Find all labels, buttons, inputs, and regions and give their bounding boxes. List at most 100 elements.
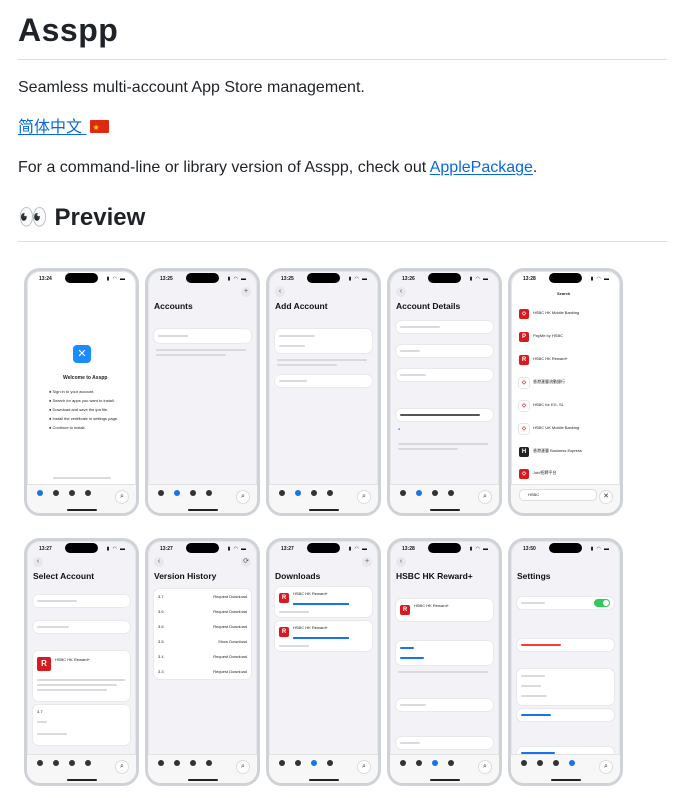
screen-title: Downloads	[275, 571, 321, 581]
simplified-chinese-link-text: 简体中文	[18, 119, 83, 136]
language-line: 简体中文	[18, 117, 110, 139]
version-row[interactable]: 3.4 Request Download	[154, 649, 251, 664]
status-time: 13:28	[523, 276, 536, 282]
download-item[interactable]: R HSBC HK Reward+	[275, 621, 372, 651]
status-time: 13:50	[523, 546, 536, 552]
screen-title: Account Details	[396, 301, 461, 311]
china-flag-icon	[90, 117, 110, 139]
status-time: 13:26	[402, 276, 415, 282]
refresh-icon[interactable]: ⟳	[241, 557, 251, 567]
back-icon[interactable]: ‹	[154, 557, 164, 567]
screenshot-row-2: 13:27 ▮ ◠ ▬ ‹ Select Account R HSBC HK Re…	[24, 538, 623, 786]
screen-title: Select Account	[33, 571, 95, 581]
demo-mode-toggle[interactable]	[594, 599, 610, 607]
app-icon: ⬦	[519, 378, 529, 388]
screenshot-downloads[interactable]: 13:27 ▮ ◠ ▬ + Downloads R HSBC HK Reward+…	[266, 538, 381, 786]
welcome-step: Continue to install.	[52, 425, 86, 430]
search-result[interactable]: ⬦ HSBC HK Mobile Banking	[519, 305, 614, 328]
app-icon: P	[519, 332, 529, 342]
download-item[interactable]: R HSBC HK Reward+	[275, 587, 372, 617]
status-time: 13:24	[39, 276, 52, 282]
screenshot-select-account[interactable]: 13:27 ▮ ◠ ▬ ‹ Select Account R HSBC HK Re…	[24, 538, 139, 786]
preview-divider	[18, 241, 667, 242]
screen-title: Search	[557, 291, 571, 296]
status-time: 13:25	[281, 276, 294, 282]
title-divider	[18, 59, 667, 60]
status-time: 13:27	[281, 546, 294, 552]
version-row[interactable]: 3.3 Request Download	[154, 664, 251, 679]
status-time: 13:28	[402, 546, 415, 552]
search-icon[interactable]: ⌕	[357, 760, 371, 774]
app-icon: ⬦	[519, 309, 529, 319]
add-icon[interactable]: +	[362, 557, 372, 567]
screen-title: Settings	[517, 571, 551, 581]
search-input[interactable]: HSBC	[519, 489, 597, 501]
screenshot-search[interactable]: 13:28 ▮ ◠ ▬ Search ⬦ HSBC HK Mobile Bankin…	[508, 268, 623, 516]
welcome-title: Welcome to Asspp	[63, 375, 108, 381]
welcome-step: Install the certificate in settings page…	[52, 416, 119, 421]
app-icon: H	[519, 447, 529, 457]
search-result[interactable]: ⬦ Job/招聘平台	[519, 466, 614, 480]
app-icon: R	[279, 627, 289, 637]
close-icon[interactable]: ✕	[599, 490, 613, 504]
simplified-chinese-link[interactable]: 简体中文	[18, 117, 110, 139]
back-icon[interactable]: ‹	[396, 287, 406, 297]
search-result[interactable]: R HSBC HK Reward+	[519, 351, 614, 374]
back-icon[interactable]: ‹	[33, 557, 43, 567]
app-icon: R	[279, 593, 289, 603]
app-icon: R	[400, 605, 410, 615]
search-results-list: ⬦ HSBC HK Mobile Banking P PayMe by HSBC R…	[519, 305, 614, 480]
welcome-step: Search for apps you want to install.	[52, 398, 115, 403]
screen-title: Add Account	[275, 301, 328, 311]
app-icon: ⬦	[519, 469, 529, 479]
page-title: Asspp	[18, 12, 119, 48]
welcome-step: Sign in to your account.	[52, 389, 95, 394]
app-icon: ⬦	[519, 424, 529, 434]
screenshot-package-detail[interactable]: 13:28 ▮ ◠ ▬ ‹ HSBC HK Reward+ R HSBC HK R…	[387, 538, 502, 786]
back-icon[interactable]: ‹	[396, 557, 406, 567]
screenshot-version-history[interactable]: 13:27 ▮ ◠ ▬ ‹ ⟳ Version History 3.7 Reques…	[145, 538, 260, 786]
status-time: 13:27	[39, 546, 52, 552]
screenshot-account-details[interactable]: 13:26 ▮ ◠ ▬ ‹ Account Details ● ⌕	[387, 268, 502, 516]
search-icon[interactable]: ⌕	[478, 760, 492, 774]
search-icon[interactable]: ⌕	[599, 760, 613, 774]
screenshot-settings[interactable]: 13:50 ▮ ◠ ▬ Settings ⌕	[508, 538, 623, 786]
cli-note-period: .	[532, 159, 538, 176]
screenshot-accounts[interactable]: 13:25 ▮ ◠ ▬ + Accounts ⌕	[145, 268, 260, 516]
version-row[interactable]: 3.6 Request Download	[154, 619, 251, 634]
cli-note: For a command-line or library version of…	[18, 157, 537, 179]
screen-title: Version History	[154, 571, 217, 581]
search-result[interactable]: ⬦ 香港滙豐流動銀行	[519, 374, 614, 397]
screen-title: Accounts	[154, 301, 193, 311]
version-row[interactable]: 3.6 Request Download	[154, 604, 251, 619]
version-list: 3.7 Request Download 3.6 Request Download …	[154, 589, 251, 679]
screenshot-welcome[interactable]: 13:24 ▮ ◠ ▬ ✕ Welcome to Asspp ● Sign in …	[24, 268, 139, 516]
search-icon[interactable]: ⌕	[478, 490, 492, 504]
search-result[interactable]: P PayMe by HSBC	[519, 328, 614, 351]
version-row[interactable]: 3.7 Request Download	[154, 589, 251, 604]
screenshot-add-account[interactable]: 13:25 ▮ ◠ ▬ ‹ Add Account ⌕	[266, 268, 381, 516]
status-time: 13:25	[160, 276, 173, 282]
cli-note-text: For a command-line or library version of…	[18, 159, 430, 176]
search-icon[interactable]: ⌕	[357, 490, 371, 504]
app-card: R HSBC HK Reward+	[33, 651, 130, 701]
search-icon[interactable]: ⌕	[115, 760, 129, 774]
tagline: Seamless multi-account App Store managem…	[18, 79, 365, 96]
search-icon[interactable]: ⌕	[115, 490, 129, 504]
search-result[interactable]: H 香港滙豐 Business Express	[519, 443, 614, 466]
back-icon[interactable]: ‹	[275, 287, 285, 297]
applepackage-link[interactable]: ApplePackage	[430, 159, 533, 176]
search-icon[interactable]: ⌕	[236, 490, 250, 504]
app-icon: ⬦	[519, 401, 529, 411]
version-row[interactable]: 3.5 Show Download	[154, 634, 251, 649]
search-result[interactable]: ⬦ HSBC for EG, SL	[519, 397, 614, 420]
app-logo-icon: ✕	[73, 345, 91, 363]
add-icon[interactable]: +	[241, 287, 251, 297]
dynamic-island	[65, 273, 98, 283]
app-icon: R	[37, 657, 51, 671]
screenshot-row-1: 13:24 ▮ ◠ ▬ ✕ Welcome to Asspp ● Sign in …	[24, 268, 623, 516]
preview-heading: 👀 Preview	[18, 204, 146, 231]
search-result[interactable]: ⬦ HSBC UK Mobile Banking	[519, 420, 614, 443]
search-icon[interactable]: ⌕	[236, 760, 250, 774]
welcome-steps: ● Sign in to your account. ● Search for …	[49, 389, 119, 430]
